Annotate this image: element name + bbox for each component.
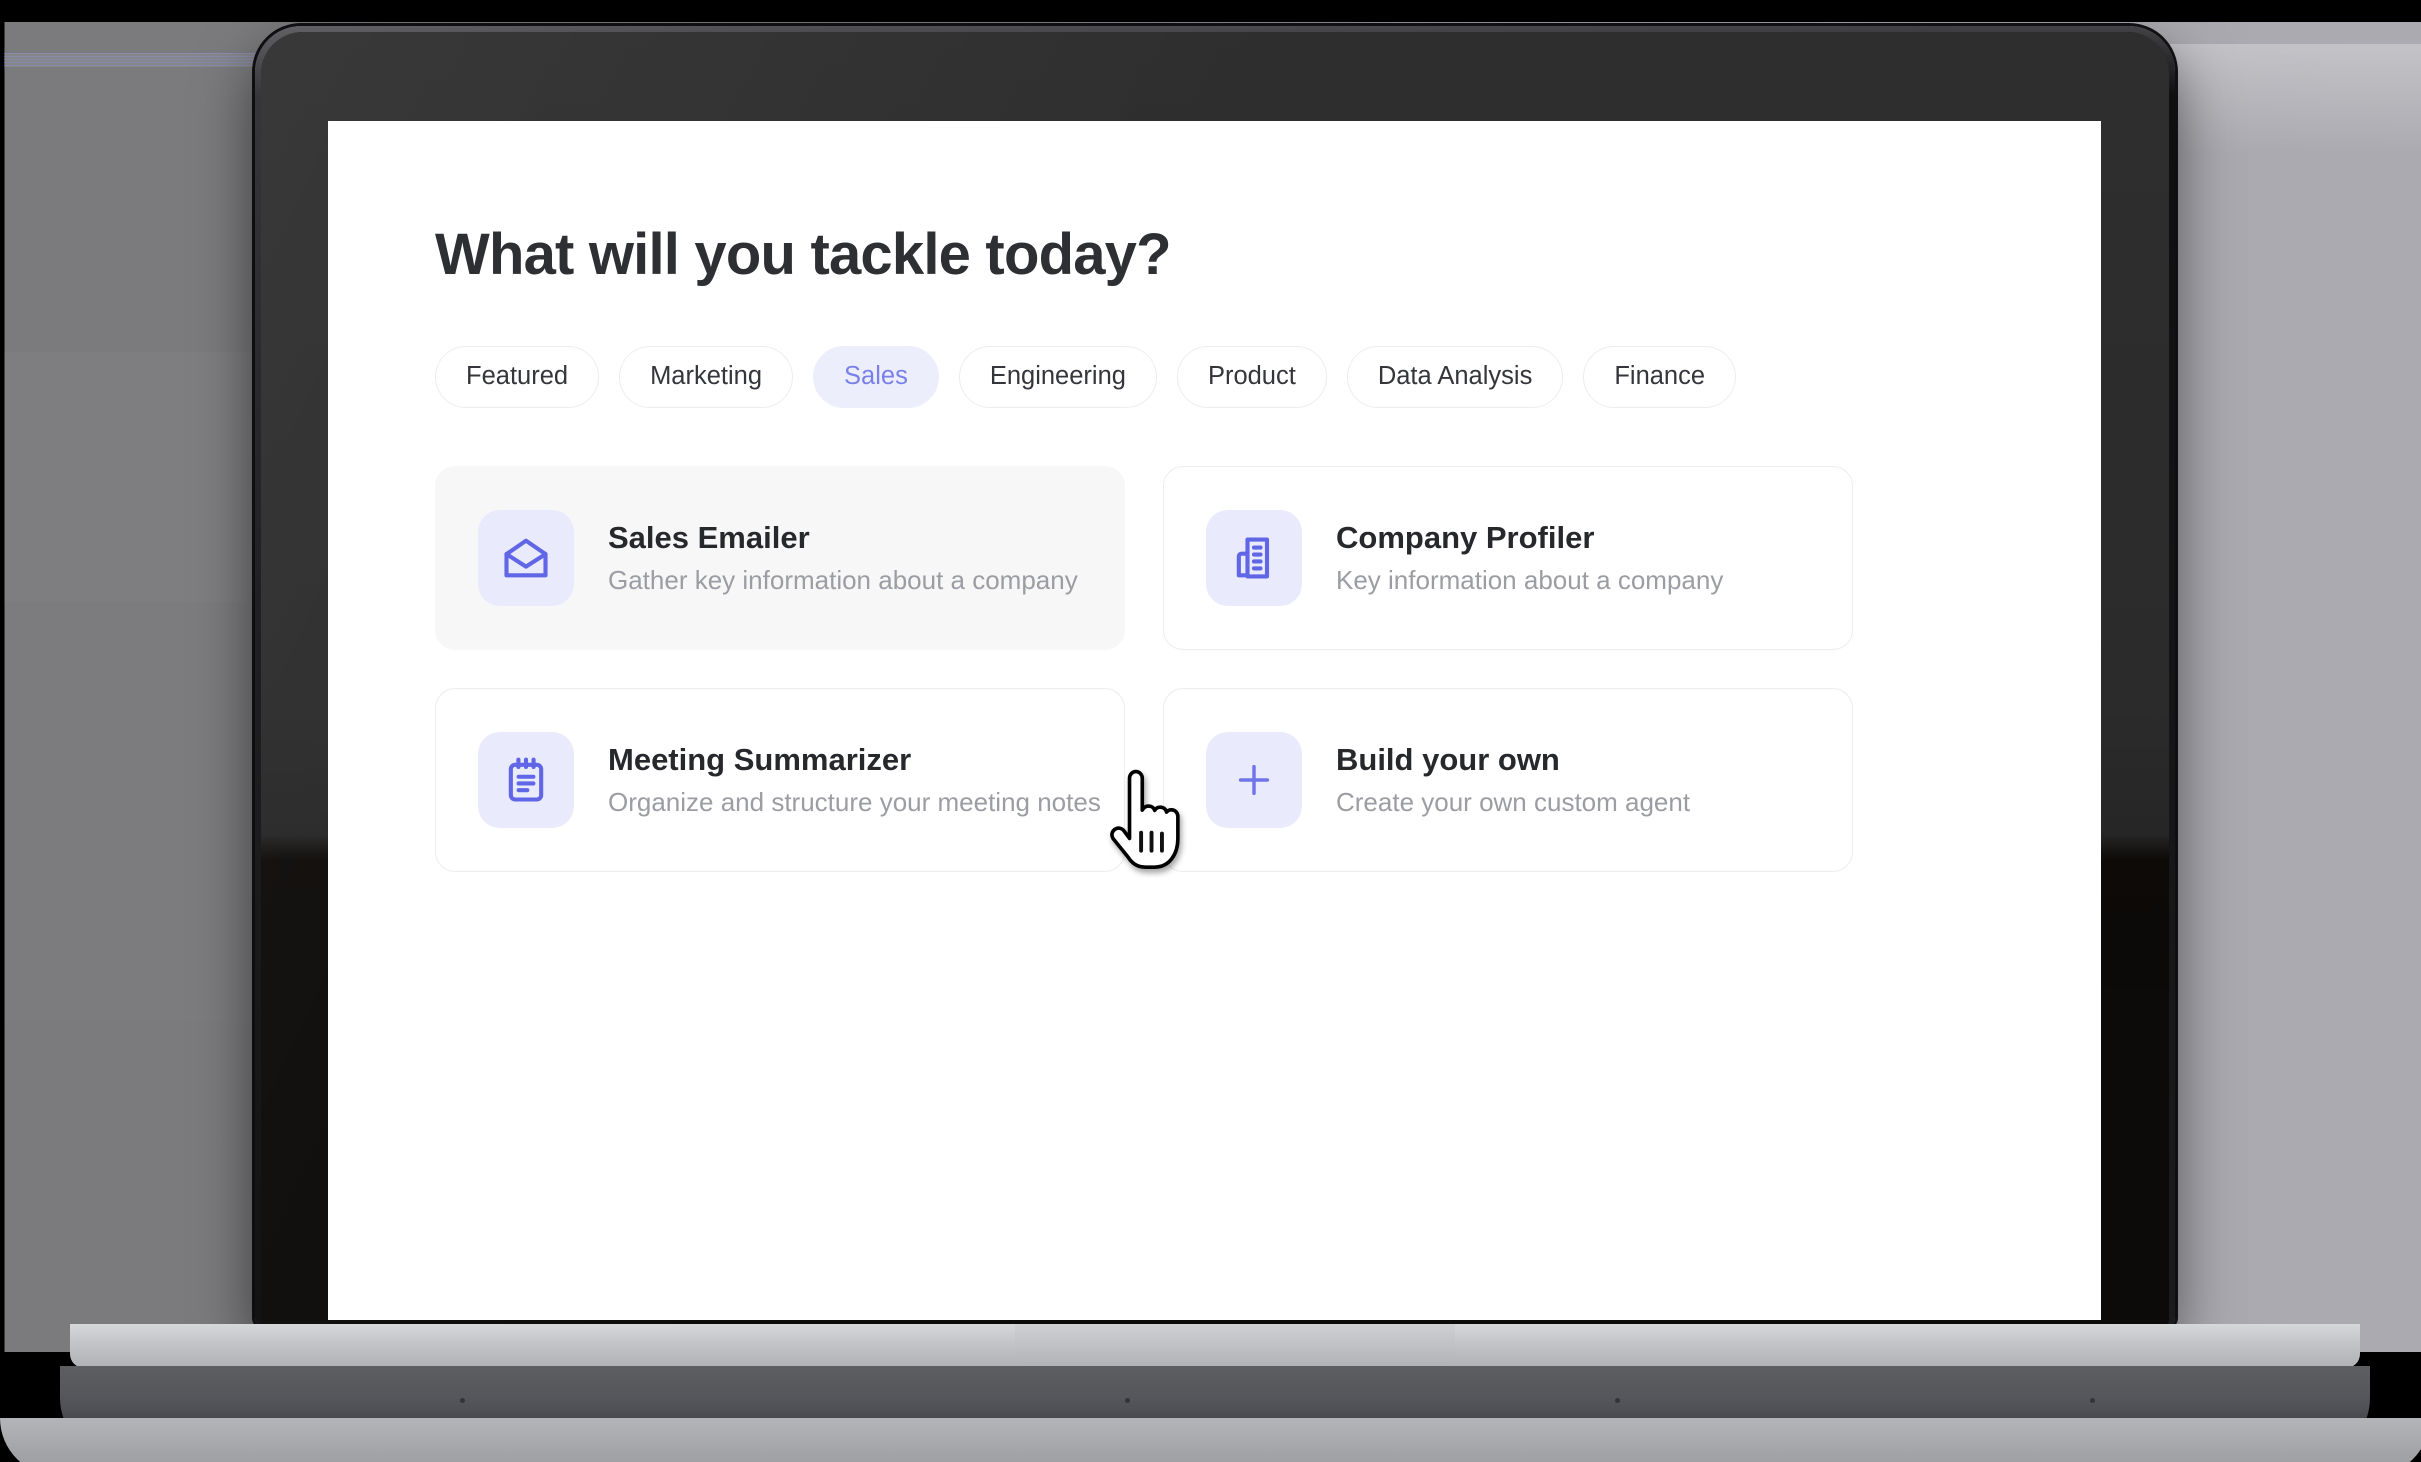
- agent-card-text: Sales Emailer Gather key information abo…: [608, 520, 1078, 597]
- category-filter-bar: Featured Marketing Sales Engineering Pro…: [435, 346, 2101, 408]
- notepad-icon: [478, 732, 574, 828]
- agent-card-text: Build your own Create your own custom ag…: [1336, 742, 1690, 819]
- agent-gallery-app: What will you tackle today? Featured Mar…: [328, 121, 2101, 1320]
- agent-card-subtitle: Key information about a company: [1336, 565, 1724, 596]
- plus-icon: [1206, 732, 1302, 828]
- agent-card-subtitle: Gather key information about a company: [608, 565, 1078, 596]
- laptop-screen: What will you tackle today? Featured Mar…: [328, 121, 2101, 1320]
- filter-pill-marketing[interactable]: Marketing: [619, 346, 794, 408]
- scene: What will you tackle today? Featured Mar…: [0, 0, 2421, 1462]
- page-title: What will you tackle today?: [435, 222, 1172, 287]
- agent-card-title: Meeting Summarizer: [608, 741, 912, 777]
- building-icon: [1206, 510, 1302, 606]
- filter-pill-product[interactable]: Product: [1176, 346, 1327, 408]
- agent-card-company-profiler[interactable]: Company Profiler Key information about a…: [1163, 466, 1853, 650]
- filter-pill-data-analysis[interactable]: Data Analysis: [1346, 346, 1564, 408]
- agent-card-title: Build your own: [1336, 741, 1560, 777]
- laptop-mockup: What will you tackle today? Featured Mar…: [0, 26, 2421, 1462]
- filter-pill-finance[interactable]: Finance: [1583, 346, 1737, 408]
- laptop-base-vents: [255, 1398, 2175, 1404]
- filter-pill-featured[interactable]: Featured: [435, 346, 600, 408]
- envelope-open-icon: [478, 510, 574, 606]
- agent-card-subtitle: Create your own custom agent: [1336, 787, 1691, 818]
- agent-card-meeting-summarizer[interactable]: Meeting Summarizer Organize and structur…: [435, 688, 1125, 872]
- agent-card-subtitle: Organize and structure your meeting note…: [608, 787, 1101, 818]
- agent-card-build-your-own[interactable]: Build your own Create your own custom ag…: [1163, 688, 1853, 872]
- filter-pill-engineering[interactable]: Engineering: [958, 346, 1157, 408]
- agent-card-title: Sales Emailer: [608, 519, 810, 555]
- filter-pill-sales[interactable]: Sales: [813, 346, 939, 408]
- agent-card-text: Company Profiler Key information about a…: [1336, 520, 1723, 597]
- agent-card-grid: Sales Emailer Gather key information abo…: [435, 466, 1935, 872]
- laptop-base-foot: [0, 1418, 2421, 1462]
- agent-card-sales-emailer[interactable]: Sales Emailer Gather key information abo…: [435, 466, 1125, 650]
- agent-card-text: Meeting Summarizer Organize and structur…: [608, 741, 1101, 819]
- agent-card-title: Company Profiler: [1336, 519, 1595, 555]
